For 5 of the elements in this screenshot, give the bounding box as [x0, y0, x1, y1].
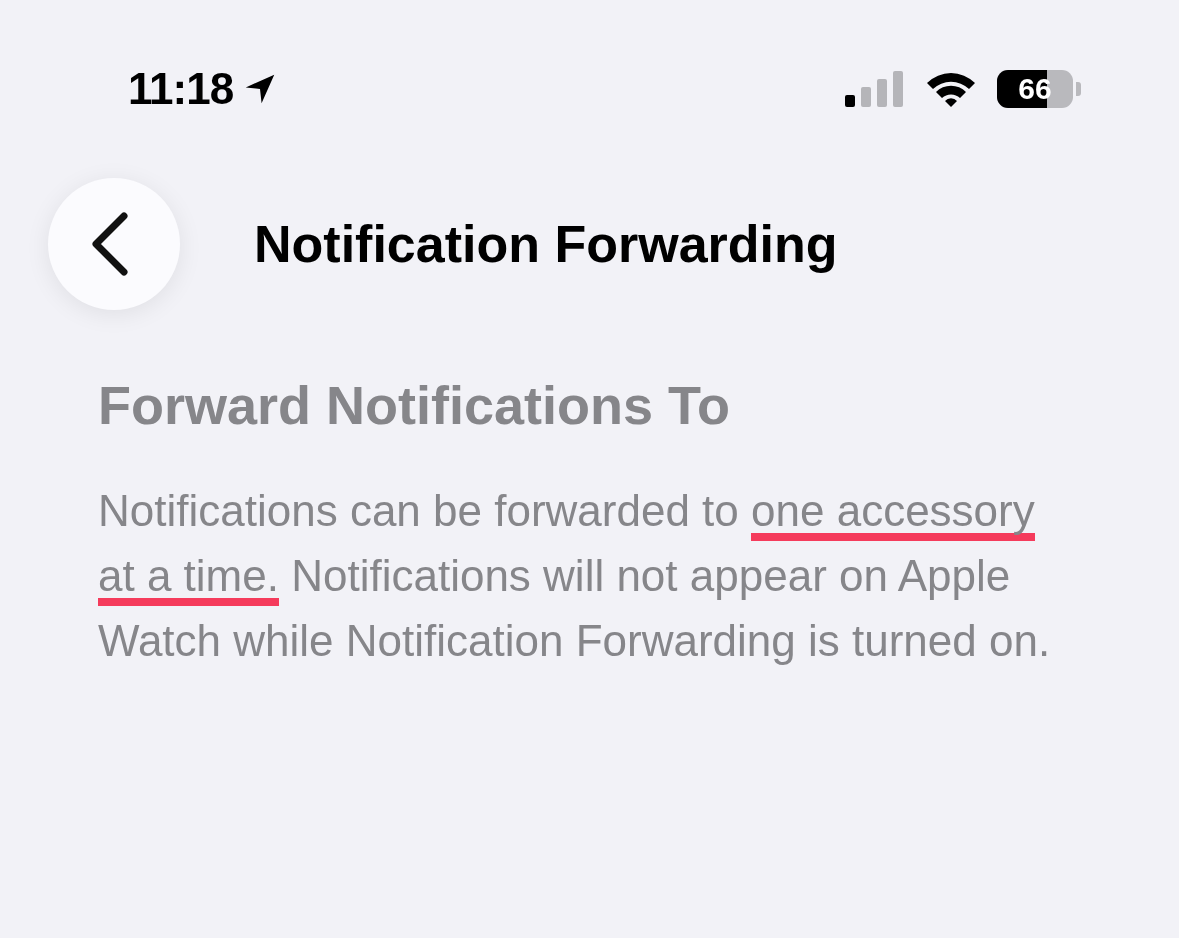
section-heading: Forward Notifications To [98, 374, 731, 436]
signal-icon [845, 71, 905, 107]
wifi-icon [925, 70, 977, 108]
status-time: 11:18 [128, 64, 234, 114]
screen-title: Notification Forwarding [254, 214, 838, 274]
